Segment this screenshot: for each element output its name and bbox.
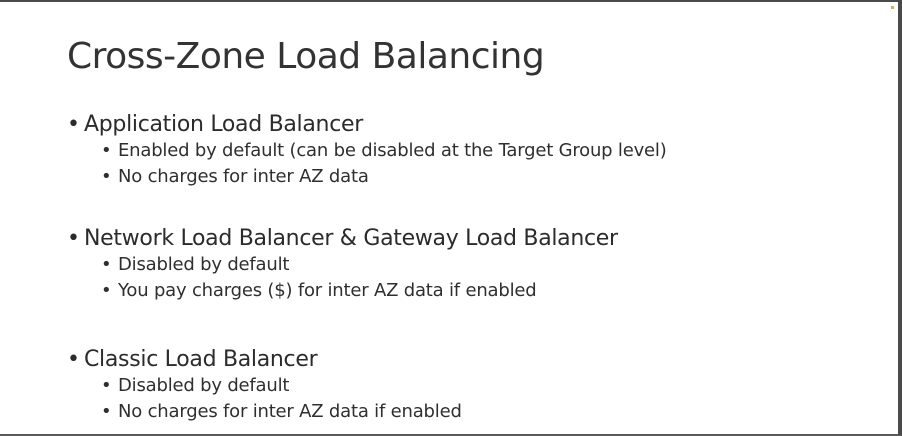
slide: Cross-Zone Load Balancing Application Lo… (0, 0, 902, 436)
bullet-item: Disabled by default (67, 252, 618, 278)
bullet-item: Enabled by default (can be disabled at t… (67, 138, 667, 164)
bullet-item: No charges for inter AZ data (67, 164, 667, 190)
section-classic-load-balancer: Classic Load Balancer Disabled by defaul… (67, 347, 462, 425)
section-network-gateway-load-balancer: Network Load Balancer & Gateway Load Bal… (67, 226, 618, 304)
bullet-item: You pay charges ($) for inter AZ data if… (67, 278, 618, 304)
slide-title: Cross-Zone Load Balancing (67, 36, 545, 77)
bullet-item: Disabled by default (67, 373, 462, 399)
corner-marker (891, 6, 894, 9)
bullet-item: No charges for inter AZ data if enabled (67, 399, 462, 425)
section-heading: Classic Load Balancer (67, 347, 462, 373)
section-heading: Application Load Balancer (67, 112, 667, 138)
section-heading: Network Load Balancer & Gateway Load Bal… (67, 226, 618, 252)
section-application-load-balancer: Application Load Balancer Enabled by def… (67, 112, 667, 190)
